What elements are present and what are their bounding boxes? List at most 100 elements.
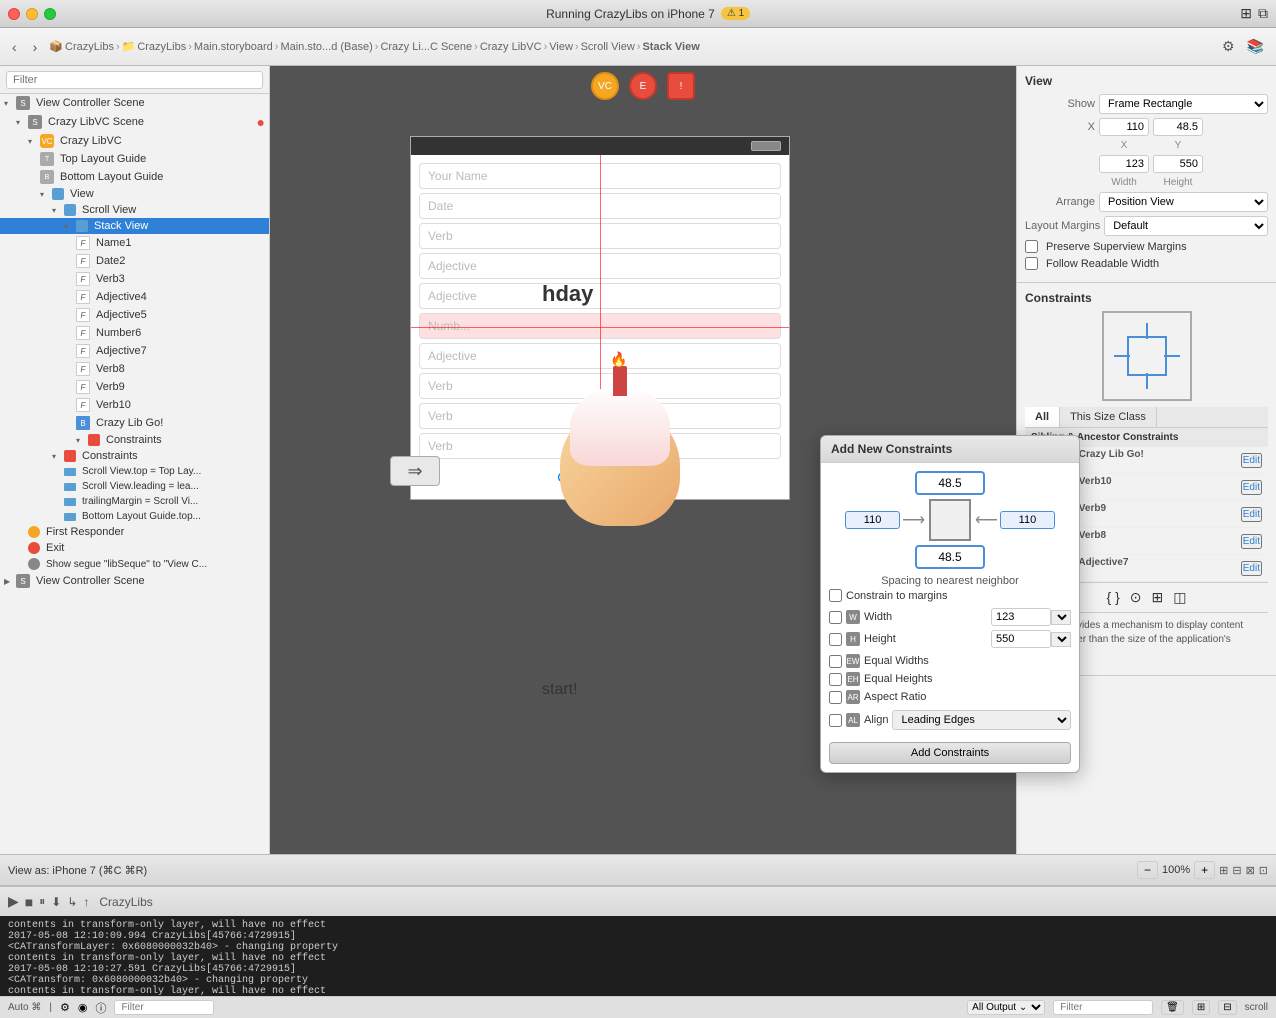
zoom-controls-btn4[interactable]: ⊡ bbox=[1259, 864, 1268, 877]
close-button[interactable] bbox=[8, 8, 20, 20]
split-icon[interactable]: ⧉ bbox=[1258, 5, 1268, 22]
pause-button[interactable]: ⏸ bbox=[39, 894, 45, 909]
equal-widths-checkbox[interactable] bbox=[829, 655, 842, 668]
layout-icon[interactable]: ⊞ bbox=[1240, 5, 1252, 22]
tab-size-class[interactable]: This Size Class bbox=[1060, 407, 1157, 427]
status-filter-input[interactable] bbox=[114, 1000, 214, 1015]
step-over-btn[interactable]: ⬇ bbox=[51, 895, 61, 909]
bc-mainstoryboard[interactable]: Main.storyboard bbox=[194, 41, 273, 53]
width-unit-select[interactable]: = bbox=[1051, 610, 1071, 625]
c-adj7-edit[interactable]: Edit bbox=[1241, 561, 1262, 576]
left-arrow[interactable]: ⇒ bbox=[390, 456, 440, 486]
breakpoint-toggle[interactable]: ◉ bbox=[78, 1001, 88, 1014]
constrain-margins-checkbox[interactable] bbox=[829, 589, 842, 602]
size-icon[interactable]: ◫ bbox=[1173, 589, 1186, 606]
stop-button[interactable]: ■ bbox=[25, 894, 33, 910]
preserve-checkbox[interactable] bbox=[1025, 240, 1038, 253]
debug-toggle[interactable]: ⚙ bbox=[60, 1001, 70, 1014]
tree-item-verb10[interactable]: F Verb10 bbox=[0, 396, 269, 414]
tree-item-adj7[interactable]: F Adjective7 bbox=[0, 342, 269, 360]
follow-checkbox[interactable] bbox=[1025, 257, 1038, 270]
tree-item-date2[interactable]: F Date2 bbox=[0, 252, 269, 270]
clear-log-button[interactable]: 🗑 bbox=[1161, 1000, 1184, 1015]
bc-vc[interactable]: Crazy LibVC bbox=[480, 41, 542, 53]
fit-button[interactable]: ⊞ bbox=[1219, 864, 1228, 877]
tree-item-stack-view[interactable]: ▾ Stack View bbox=[0, 218, 269, 234]
bc-crazylibs1[interactable]: CrazyLibs bbox=[65, 41, 114, 53]
tree-item-first-responder[interactable]: First Responder bbox=[0, 524, 269, 540]
height-input[interactable] bbox=[1153, 155, 1203, 173]
tree-item-verb9[interactable]: F Verb9 bbox=[0, 378, 269, 396]
bc-crazylibs2[interactable]: CrazyLibs bbox=[137, 41, 186, 53]
tree-item-crazy-lib-go[interactable]: B Crazy Lib Go! bbox=[0, 414, 269, 432]
tree-item-exit[interactable]: Exit bbox=[0, 540, 269, 556]
left-input[interactable] bbox=[845, 511, 900, 529]
expand-log-button[interactable]: ⊟ bbox=[1218, 1000, 1236, 1015]
step-into-btn[interactable]: ↳ bbox=[67, 895, 77, 909]
zoom-controls-btn2[interactable]: ⊟ bbox=[1232, 864, 1241, 877]
tree-item-view[interactable]: ▾ View bbox=[0, 186, 269, 202]
tree-item-constraints-main[interactable]: ▾ Constraints bbox=[0, 448, 269, 464]
tree-item-bottom-layout[interactable]: B Bottom Layout Guide bbox=[0, 168, 269, 186]
tree-item-segue[interactable]: Show segue "libSeque" to "View C... bbox=[0, 556, 269, 572]
tree-item-adj5[interactable]: F Adjective5 bbox=[0, 306, 269, 324]
bc-base[interactable]: Main.sto...d (Base) bbox=[280, 41, 372, 53]
vc-icon-canvas[interactable]: VC bbox=[591, 72, 619, 100]
split-log-button[interactable]: ⊞ bbox=[1192, 1000, 1210, 1015]
tree-item-c2[interactable]: Scroll View.leading = lea... bbox=[0, 479, 269, 494]
tree-item-c4[interactable]: Bottom Layout Guide.top... bbox=[0, 509, 269, 524]
width-value-input[interactable] bbox=[991, 608, 1051, 626]
tree-item-scroll-view[interactable]: ▾ Scroll View bbox=[0, 202, 269, 218]
output-select[interactable]: All Output ⌄ bbox=[967, 1000, 1045, 1015]
bc-view[interactable]: View bbox=[549, 41, 573, 53]
top-input[interactable] bbox=[915, 471, 985, 495]
equal-heights-checkbox[interactable] bbox=[829, 673, 842, 686]
arrange-select[interactable]: Position View bbox=[1099, 192, 1268, 212]
y-input[interactable] bbox=[1153, 118, 1203, 136]
x-input[interactable] bbox=[1099, 118, 1149, 136]
filter-input[interactable] bbox=[6, 71, 263, 89]
tree-item-c1[interactable]: Scroll View.top = Top Lay... bbox=[0, 464, 269, 479]
tree-item-constraints-group[interactable]: ▾ Constraints bbox=[0, 432, 269, 448]
zoom-out-button[interactable]: − bbox=[1137, 861, 1158, 879]
layout-margins-select[interactable]: Default bbox=[1104, 216, 1268, 236]
right-input[interactable] bbox=[1000, 511, 1055, 529]
layout-icon2[interactable]: ⊞ bbox=[1152, 589, 1164, 606]
tree-item-adj4[interactable]: F Adjective4 bbox=[0, 288, 269, 306]
inspector-toggle[interactable]: ⚙ bbox=[1218, 36, 1239, 57]
play-button[interactable]: ▶ bbox=[8, 893, 19, 910]
bc-stack[interactable]: Stack View bbox=[642, 41, 699, 53]
bc-1[interactable]: 📦 bbox=[49, 40, 63, 53]
code-icon[interactable]: { } bbox=[1107, 589, 1120, 606]
c-crazy-edit[interactable]: Edit bbox=[1241, 453, 1262, 468]
tab-all[interactable]: All bbox=[1025, 407, 1060, 427]
c-verb8-edit[interactable]: Edit bbox=[1241, 534, 1262, 549]
tree-item-top-layout[interactable]: T Top Layout Guide bbox=[0, 150, 269, 168]
height-value-input[interactable] bbox=[991, 630, 1051, 648]
tree-item-vc-scene[interactable]: ▾ S View Controller Scene bbox=[0, 94, 269, 112]
bc-scene[interactable]: Crazy Li...C Scene bbox=[380, 41, 472, 53]
tree-item-c3[interactable]: trailingMargin = Scroll Vi... bbox=[0, 494, 269, 509]
zoom-controls-btn3[interactable]: ⊠ bbox=[1246, 864, 1255, 877]
tree-item-verb8[interactable]: F Verb8 bbox=[0, 360, 269, 378]
zoom-button[interactable] bbox=[44, 8, 56, 20]
tree-item-verb3[interactable]: F Verb3 bbox=[0, 270, 269, 288]
zoom-in-button[interactable]: + bbox=[1194, 861, 1215, 879]
status-filter2-input[interactable] bbox=[1053, 1000, 1153, 1015]
error-icon-canvas[interactable]: ! bbox=[667, 72, 695, 100]
aspect-ratio-checkbox[interactable] bbox=[829, 691, 842, 704]
tree-item-name1[interactable]: F Name1 bbox=[0, 234, 269, 252]
tree-item-vc-scene2[interactable]: ▶ S View Controller Scene bbox=[0, 572, 269, 590]
step-out-btn[interactable]: ↑ bbox=[83, 895, 89, 909]
align-select[interactable]: Leading Edges bbox=[892, 710, 1071, 730]
width-checkbox[interactable] bbox=[829, 611, 842, 624]
add-constraints-button[interactable]: Add Constraints bbox=[829, 742, 1071, 764]
target-icon[interactable]: ⊙ bbox=[1130, 589, 1142, 606]
minimize-button[interactable] bbox=[26, 8, 38, 20]
c-verb10-edit[interactable]: Edit bbox=[1241, 480, 1262, 495]
height-unit-select[interactable]: = bbox=[1051, 632, 1071, 647]
tree-item-crazy-scene[interactable]: ▾ S Crazy LibVC Scene ● bbox=[0, 112, 269, 132]
info-button[interactable]: ⓘ bbox=[95, 1000, 106, 1016]
show-select[interactable]: Frame Rectangle bbox=[1099, 94, 1268, 114]
width-input[interactable] bbox=[1099, 155, 1149, 173]
